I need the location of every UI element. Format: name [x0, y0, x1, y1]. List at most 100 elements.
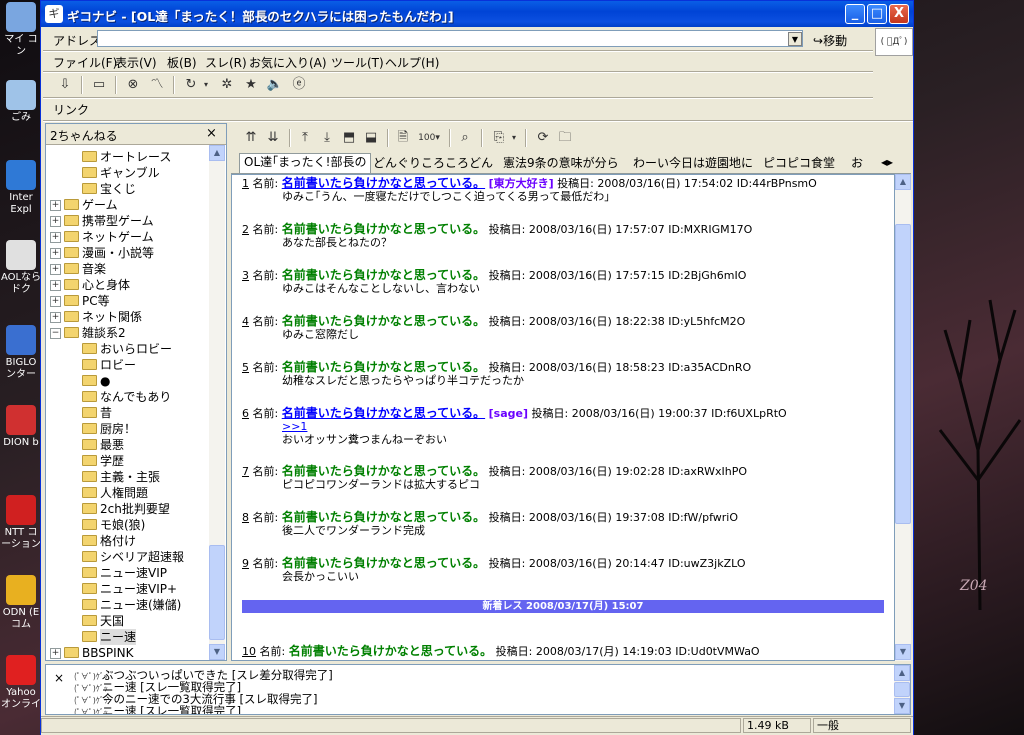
post-id[interactable]: ID:yL5hfcM2O [668, 315, 745, 328]
post-number[interactable]: 3 [242, 269, 249, 282]
copy-icon[interactable]: ⎘ [489, 128, 509, 148]
scroll-down-icon[interactable]: ▼ [209, 644, 225, 660]
page-down-icon[interactable]: ⬓ [361, 128, 381, 148]
tab-donguri[interactable]: どんぐりころころどん [369, 155, 497, 172]
tab-yuuenchi[interactable]: わーい今日は遊園地に [629, 155, 757, 172]
menu-tools[interactable]: ツール(T) [331, 54, 384, 71]
desktop-icon[interactable]: マイ コン [0, 2, 42, 58]
post-name[interactable]: 名前書いたら負けかなと思っている。 [282, 176, 485, 190]
refresh-dropdown-icon[interactable]: ▾ [201, 75, 211, 95]
post-id[interactable]: ID:fW/pfwriO [668, 511, 738, 524]
post-id[interactable]: ID:44rBPnsmO [737, 177, 817, 190]
reload-icon[interactable]: ⟳ [533, 128, 553, 148]
tree-expander-icon[interactable]: + [50, 296, 61, 307]
menu-view[interactable]: 表示(V) [115, 54, 157, 71]
download-icon[interactable]: ⇩ [55, 75, 75, 95]
folder-icon[interactable]: 🗀 [555, 128, 575, 148]
copy-dropdown-icon[interactable]: ▾ [509, 128, 519, 148]
desktop-icon[interactable]: AOLなら ドク [0, 240, 42, 296]
new-icon[interactable]: ⤓ [317, 128, 337, 148]
tab-pikopiko[interactable]: ピコピコ食堂 [759, 155, 839, 172]
star-icon[interactable]: ★ [241, 75, 261, 95]
post-number[interactable]: 5 [242, 361, 249, 374]
post-id[interactable]: ID:a35ACDnRO [668, 361, 751, 374]
post-number[interactable]: 6 [242, 407, 249, 420]
app-icon[interactable]: ギ [45, 5, 63, 23]
top-icon[interactable]: ⤒ [295, 128, 315, 148]
menu-file[interactable]: ファイル(F) [53, 54, 117, 71]
info-icon[interactable]: ⓔ [289, 75, 309, 95]
desktop-icon[interactable]: Inter Expl [0, 160, 42, 216]
scroll-up-icon[interactable]: ▲ [894, 665, 910, 681]
post-number[interactable]: 10 [242, 645, 256, 658]
thread-scrollbar[interactable]: ▲ ▼ [895, 174, 911, 661]
tab-scroll-arrows[interactable]: ◂▸ [881, 155, 893, 169]
post-id[interactable]: ID:MXRIGM17O [668, 223, 752, 236]
post-number[interactable]: 7 [242, 465, 249, 478]
desktop-icon[interactable]: ODN (E コム [0, 575, 42, 631]
tree-expander-icon[interactable]: − [50, 328, 61, 339]
desktop-icon[interactable]: NTT コ ーション [0, 495, 42, 551]
tree-expander-icon[interactable]: + [50, 312, 61, 323]
scroll-up-icon[interactable]: ▲ [209, 145, 225, 161]
close-button[interactable]: X [889, 4, 909, 24]
post-number[interactable]: 9 [242, 557, 249, 570]
align-bottom-icon[interactable]: ⇊ [263, 128, 283, 148]
address-input[interactable] [97, 30, 803, 47]
post-name[interactable]: 名前書いたら負けかなと思っている。 [282, 406, 485, 420]
menu-thread[interactable]: スレ(R) [205, 54, 247, 71]
tree-pane-close-button[interactable]: × [206, 126, 217, 141]
stop-icon[interactable]: ⊗ [123, 75, 143, 95]
minimize-button[interactable]: _ [845, 4, 865, 24]
window-icon[interactable]: ▭ [89, 75, 109, 95]
search-icon[interactable]: ⌕ [455, 128, 475, 148]
post-number[interactable]: 4 [242, 315, 249, 328]
post-number[interactable]: 2 [242, 223, 249, 236]
post-anchor-link[interactable]: >>1 [282, 420, 447, 433]
log-close-button[interactable]: × [54, 671, 64, 685]
page-up-icon[interactable]: ⬒ [339, 128, 359, 148]
tree-expander-icon[interactable]: + [50, 280, 61, 291]
post-id[interactable]: ID:uwZ3jkZLO [668, 557, 745, 570]
post-number[interactable]: 8 [242, 511, 249, 524]
menu-board[interactable]: 板(B) [167, 54, 197, 71]
desktop-icon[interactable]: BIGLO ンター [0, 325, 42, 381]
post-number[interactable]: 1 [242, 177, 249, 190]
title-bar[interactable]: ギ ギコナビ - [OL達「まったく！部長のセクハラには困ったもんだわ」] _ … [41, 1, 913, 27]
tree-expander-icon[interactable]: + [50, 232, 61, 243]
desktop-icon[interactable]: ごみ [0, 80, 42, 124]
speaker-icon[interactable]: 🔈 [265, 75, 285, 95]
align-top-icon[interactable]: ⇈ [241, 128, 261, 148]
post-id[interactable]: ID:f6UXLpRtO [711, 407, 787, 420]
scroll-up-icon[interactable]: ▲ [895, 174, 911, 190]
tab-kenpou[interactable]: 憲法9条の意味が分ら [499, 155, 623, 172]
log-scrollbar[interactable]: ▲ ▼ [894, 665, 910, 714]
tree-expander-icon[interactable]: + [50, 200, 61, 211]
chart-icon[interactable]: 〽 [147, 75, 167, 95]
scroll-thumb[interactable] [209, 545, 225, 640]
refresh-icon[interactable]: ↻ [181, 75, 201, 95]
menu-help[interactable]: ヘルプ(H) [385, 54, 439, 71]
desktop-icon[interactable]: Yahoo オンライ [0, 655, 42, 711]
tree-expander-icon[interactable]: + [50, 648, 61, 659]
post-id[interactable]: ID:axRWxIhPO [668, 465, 747, 478]
zoom-100-icon[interactable]: 100▾ [415, 128, 443, 148]
scroll-thumb[interactable] [894, 682, 910, 697]
document-icon[interactable]: 🗎 [393, 128, 413, 148]
tab-right-icon[interactable]: ▸ [887, 155, 893, 169]
menu-favorites[interactable]: お気に入り(A) [249, 54, 327, 71]
tab-overflow[interactable]: お [847, 155, 867, 172]
scroll-down-icon[interactable]: ▼ [895, 644, 911, 660]
tab-ol[interactable]: OL達｢まったく!部長の [239, 153, 372, 173]
tree-expander-icon[interactable]: + [50, 248, 61, 259]
thread-content[interactable]: 1 名前: 名前書いたら負けかなと思っている。 [東方大好き] 投稿日: 200… [231, 174, 895, 661]
scroll-thumb[interactable] [895, 224, 911, 524]
post-id[interactable]: ID:Ud0tVMWaO [675, 645, 759, 658]
post-id[interactable]: ID:2BjGh6mIO [668, 269, 746, 282]
tree-scrollbar[interactable]: ▲ ▼ [209, 145, 225, 660]
tree-expander-icon[interactable]: + [50, 216, 61, 227]
tree-expander-icon[interactable]: + [50, 264, 61, 275]
scroll-down-icon[interactable]: ▼ [894, 698, 910, 714]
address-dropdown-button[interactable]: ▼ [788, 32, 802, 46]
go-button[interactable]: ↪移動 [813, 32, 847, 49]
